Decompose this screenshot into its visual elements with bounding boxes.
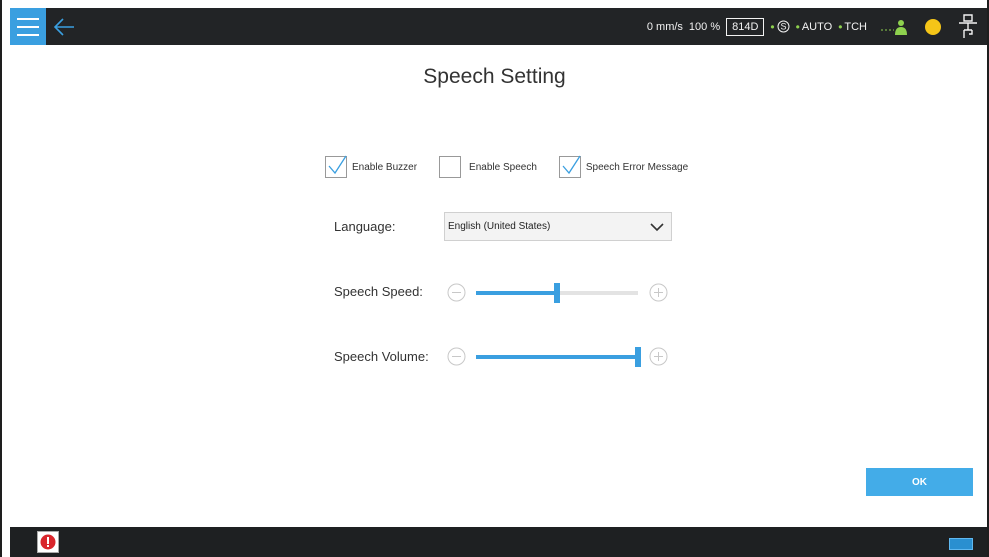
volume-slider-fill [476,355,638,359]
checkmark-icon [328,155,347,175]
back-arrow-icon [53,17,74,36]
checkbox-box[interactable] [439,156,462,178]
speech-error-message-label: Speech Error Message [585,161,689,173]
menu-line-icon [17,17,39,20]
options-row: Enable Buzzer Enable Speech Speech Error… [325,155,689,178]
svg-text:S: S [780,22,786,32]
decrease-volume-icon[interactable] [447,347,466,366]
enable-buzzer-checkbox[interactable]: Enable Buzzer [325,155,418,178]
override-readout: 100 % [688,20,721,33]
decrease-speed-icon[interactable] [447,283,466,302]
volume-slider-track[interactable] [476,347,641,367]
increase-speed-icon[interactable] [649,283,668,302]
enable-speech-label: Enable Speech [469,161,537,173]
status-dot-icon: • [770,19,775,34]
end-effector-icon [959,13,977,38]
speech-speed-slider[interactable] [447,283,669,303]
page-title: Speech Setting [423,65,566,88]
chevron-down-icon [650,223,664,232]
safety-indicator: • S [770,19,790,34]
checkbox-box[interactable] [325,155,347,178]
enable-speech-checkbox[interactable]: Enable Speech [439,156,537,178]
alarm-button[interactable] [37,531,59,553]
language-label: Language: [334,219,396,234]
menu-line-icon [17,33,39,36]
checkbox-box[interactable] [558,155,581,178]
status-dot-icon: • [838,19,843,34]
bottom-bar [10,527,987,557]
robot-connection-icon[interactable] [881,18,911,36]
volume-slider-thumb[interactable] [635,347,641,367]
hamburger-menu-button[interactable] [10,8,46,45]
language-select[interactable]: English (United States) [444,212,672,241]
keyboard-icon[interactable] [949,538,973,550]
status-dot-icon: • [795,19,800,34]
top-bar: 0 mm/s 100 % 814D • S • AUTO • TCH [10,8,987,45]
status-area: 0 mm/s 100 % 814D • S • AUTO • TCH [647,8,987,45]
enable-buzzer-label: Enable Buzzer [352,161,418,173]
speech-speed-label: Speech Speed: [334,284,423,299]
safety-s-icon: S [777,20,790,33]
back-button[interactable] [46,8,82,45]
indicator-yellow-icon[interactable] [925,18,941,35]
increase-volume-icon[interactable] [649,347,668,366]
language-value: English (United States) [448,221,551,232]
tch-mode-indicator: • TCH [838,20,867,34]
auto-mode-label: AUTO [801,20,833,33]
speech-volume-slider[interactable] [447,347,669,367]
checkmark-icon [562,155,581,175]
speech-volume-label: Speech Volume: [334,349,429,364]
speed-slider-track[interactable] [476,283,638,303]
ok-button[interactable]: OK [866,468,973,496]
speed-slider-fill [476,291,557,295]
speed-slider-thumb[interactable] [554,283,560,303]
end-effector-button[interactable] [953,8,983,45]
speed-readout: 0 mm/s [646,20,683,33]
alarm-icon [40,534,56,550]
tch-mode-label: TCH [844,20,867,33]
auto-mode-indicator: • AUTO [796,20,833,34]
speech-error-message-checkbox[interactable]: Speech Error Message [558,155,689,178]
menu-line-icon [17,25,39,28]
controller-code-box[interactable]: 814D [726,17,765,36]
